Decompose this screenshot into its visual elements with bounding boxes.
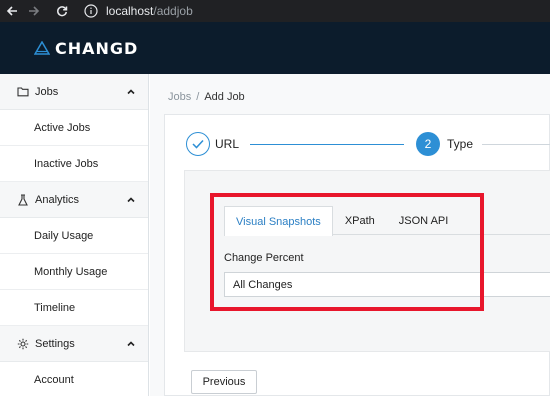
logo-text[interactable]: CHANGD — [55, 39, 138, 58]
step-type-number[interactable]: 2 — [416, 132, 440, 156]
step-connector — [250, 144, 404, 145]
sidebar-group-jobs[interactable]: Jobs — [0, 74, 148, 110]
step-url-label: URL — [215, 137, 240, 151]
tab-xpath[interactable]: XPath — [333, 206, 387, 235]
reload-icon — [57, 6, 68, 17]
flask-icon — [17, 193, 29, 206]
chevron-up-icon — [127, 340, 135, 346]
breadcrumb-jobs[interactable]: Jobs — [168, 91, 191, 103]
info-icon — [84, 4, 98, 18]
forward-button[interactable] — [23, 0, 45, 22]
job-type-tabs: Visual Snapshots XPath JSON API — [224, 206, 550, 236]
sidebar-group-label: Jobs — [35, 85, 59, 98]
checkmark-icon — [192, 139, 204, 149]
change-percent-select[interactable]: All Changes — [224, 272, 550, 297]
sidebar-group-settings[interactable]: Settings — [0, 326, 148, 362]
sidebar-item-daily-usage[interactable]: Daily Usage — [0, 218, 148, 254]
change-percent-label: Change Percent — [224, 252, 304, 264]
logo-triangle-icon — [34, 41, 50, 55]
breadcrumb-separator: / — [196, 91, 200, 103]
arrow-left-icon — [6, 6, 17, 16]
sidebar-item-active-jobs[interactable]: Active Jobs — [0, 110, 148, 146]
breadcrumb: Jobs / Add Job — [168, 91, 245, 103]
breadcrumb-current: Add Job — [204, 91, 245, 103]
app-header: CHANGD — [0, 22, 550, 74]
tab-json-api[interactable]: JSON API — [387, 206, 461, 235]
tab-visual-snapshots[interactable]: Visual Snapshots — [224, 206, 333, 236]
step-type-label: Type — [447, 137, 474, 151]
sidebar-item-timeline[interactable]: Timeline — [0, 290, 148, 326]
chevron-up-icon — [127, 88, 135, 94]
sidebar-group-label: Analytics — [35, 193, 80, 206]
previous-button[interactable]: Previous — [191, 370, 257, 394]
change-percent-value: All Changes — [233, 278, 293, 291]
gear-icon — [17, 338, 29, 350]
url-host: localhost — [106, 4, 154, 18]
sidebar-item-monthly-usage[interactable]: Monthly Usage — [0, 254, 148, 290]
browser-toolbar: localhost/addjob — [0, 0, 550, 22]
arrow-right-icon — [29, 6, 40, 16]
sidebar-group-label: Settings — [35, 337, 75, 350]
sidebar: Jobs Active Jobs Inactive Jobs Analytics… — [0, 74, 149, 396]
chevron-up-icon — [127, 196, 135, 202]
step-url-complete-icon[interactable] — [186, 132, 210, 156]
folder-icon — [17, 86, 29, 98]
url-path: /addjob — [153, 4, 193, 18]
address-bar[interactable]: localhost/addjob — [84, 0, 193, 22]
reload-button[interactable] — [51, 0, 73, 22]
back-button[interactable] — [1, 0, 23, 22]
job-type-panel: Visual Snapshots XPath JSON API Change P… — [224, 206, 550, 301]
step-connector — [482, 144, 550, 145]
sidebar-item-inactive-jobs[interactable]: Inactive Jobs — [0, 146, 148, 182]
wizard-stepper: URL 2 Type — [170, 132, 550, 158]
sidebar-group-analytics[interactable]: Analytics — [0, 182, 148, 218]
sidebar-item-account[interactable]: Account — [0, 362, 148, 396]
